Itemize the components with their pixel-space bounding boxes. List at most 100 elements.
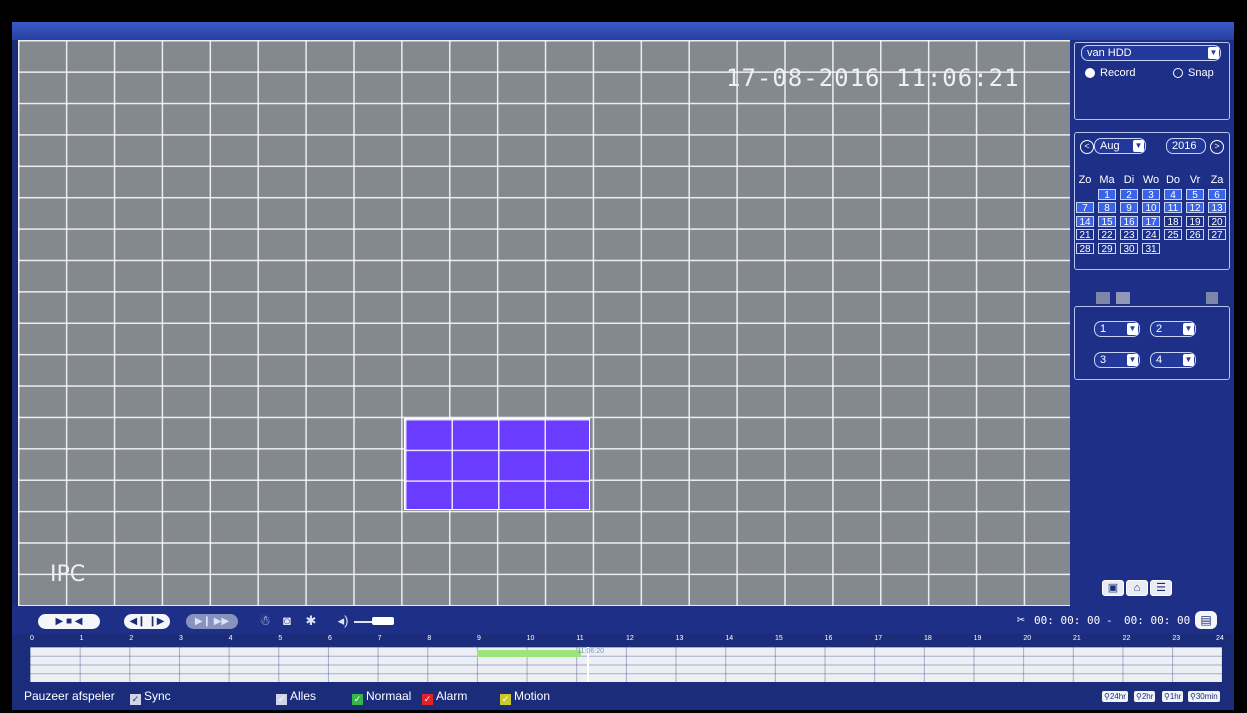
calendar-day[interactable]: 24 xyxy=(1142,229,1160,241)
side-panel: van HDD ▼ Record Snap < Aug ▼ 2016 > Zo M… xyxy=(1070,40,1234,606)
calendar-day[interactable]: 28 xyxy=(1076,242,1094,255)
calendar-day[interactable]: 25 xyxy=(1164,229,1182,241)
hour-tick-label: 20 xyxy=(1023,635,1032,642)
calendar-week-row: 123456 xyxy=(1074,188,1230,202)
channel-select-4[interactable]: 4 ▼ xyxy=(1150,352,1196,368)
calendar-day[interactable]: 26 xyxy=(1186,229,1204,241)
clip-icon[interactable]: ✂ xyxy=(1012,612,1030,630)
calendar-day[interactable]: 7 xyxy=(1076,202,1094,214)
save-icon[interactable]: ▤ xyxy=(1195,611,1217,629)
fast-forward-buttons[interactable]: ▶❙ ▶▶ xyxy=(186,614,238,629)
calendar-day[interactable]: 23 xyxy=(1120,229,1138,241)
hour-tick-label: 2 xyxy=(129,635,134,642)
hour-tick-label: 16 xyxy=(824,635,833,642)
calendar-day[interactable]: 1 xyxy=(1098,188,1116,201)
single-view-icon[interactable] xyxy=(1096,292,1110,304)
volume-icon[interactable]: ◂) xyxy=(334,612,352,630)
timeline-track[interactable]: 11:06:20 xyxy=(30,647,1222,682)
hour-tick-label: 24 xyxy=(1216,635,1224,642)
calendar-day[interactable]: 5 xyxy=(1186,188,1204,201)
calendar-weeks: 1 2 3 4 5 6 7 8 9 10 11 12 13 14 15 16 17 18 19 20 21 22 23 24 2… xyxy=(1074,188,1230,256)
calendar-day[interactable]: 17 xyxy=(1142,215,1160,228)
filter-alles-checkbox[interactable]: ✓ Alles xyxy=(276,689,316,705)
channel-select-3[interactable]: 3 ▼ xyxy=(1094,352,1140,368)
calendar-day[interactable]: 11 xyxy=(1164,202,1182,214)
next-month-icon[interactable]: > xyxy=(1210,140,1224,154)
calendar-day[interactable]: 18 xyxy=(1164,215,1182,228)
filter-label: Motion xyxy=(514,689,551,703)
zoom-option[interactable]: ⚲30min xyxy=(1188,691,1220,702)
channel-1-value: 1 xyxy=(1100,323,1107,335)
filter-label: Normaal xyxy=(366,689,412,703)
file-list-icon[interactable]: ☰ xyxy=(1150,580,1172,596)
calendar-day[interactable]: 31 xyxy=(1142,242,1160,255)
filter-normaal-checkbox[interactable]: ✓ Normaal xyxy=(352,689,411,705)
calendar-day[interactable]: 3 xyxy=(1142,188,1160,201)
calendar-day[interactable]: 19 xyxy=(1186,215,1204,228)
quad-view-icon[interactable] xyxy=(1116,292,1130,304)
calendar-day[interactable]: 20 xyxy=(1208,215,1226,228)
weekday-label: Di xyxy=(1123,174,1135,186)
volume-slider[interactable] xyxy=(354,617,394,625)
calendar-day[interactable]: 14 xyxy=(1076,215,1094,228)
cursor-time-label: 11:06:20 xyxy=(577,648,605,655)
calendar-day[interactable]: 29 xyxy=(1098,242,1116,255)
chevron-down-icon: ▼ xyxy=(1183,323,1194,335)
prev-month-icon[interactable]: < xyxy=(1080,140,1094,154)
calendar-day[interactable]: 16 xyxy=(1120,215,1138,228)
calendar-day[interactable]: 27 xyxy=(1208,229,1226,241)
frame-step-buttons[interactable]: ◀❙ ❙▶ xyxy=(124,614,170,629)
check-icon: ✓ xyxy=(500,694,511,705)
filter-alarm-checkbox[interactable]: ✓ Alarm xyxy=(422,689,467,705)
chevron-down-icon: ▼ xyxy=(1208,47,1219,59)
zoom-option[interactable]: ⚲1hr xyxy=(1162,691,1184,702)
month-select[interactable]: Aug ▼ xyxy=(1094,138,1146,154)
volume-knob[interactable] xyxy=(372,617,394,625)
calendar-day[interactable]: 2 xyxy=(1120,188,1138,201)
calendar-day[interactable]: 4 xyxy=(1164,188,1182,201)
playback-mode-icon[interactable]: ▣ xyxy=(1102,580,1124,596)
calendar-day[interactable]: 21 xyxy=(1076,229,1094,241)
hour-tick-label: 3 xyxy=(179,635,183,642)
pause-player-label: Pauzeer afspeler xyxy=(24,689,115,703)
source-select[interactable]: van HDD ▼ xyxy=(1081,45,1221,61)
calendar-day[interactable]: 8 xyxy=(1098,202,1116,214)
fullscreen-icon[interactable] xyxy=(1206,292,1218,304)
calendar-day[interactable]: 15 xyxy=(1098,215,1116,228)
check-icon: ✓ xyxy=(352,694,363,705)
recorded-segment xyxy=(477,650,582,657)
mode-snap-radio[interactable]: Snap xyxy=(1173,67,1214,79)
hour-tick-label: 14 xyxy=(725,635,734,642)
play-stop-reverse-buttons[interactable]: ▶ ■ ◀ xyxy=(38,614,100,629)
timeline[interactable]: 0 1 2 3 4 5 6 7 8 9 10 11 12 13 14 15 16 17 18 19 20 21 22 23 24… xyxy=(30,634,1234,684)
search-mode-icon[interactable]: ⌂ xyxy=(1126,580,1148,596)
channel-select-2[interactable]: 2 ▼ xyxy=(1150,321,1196,337)
year-select[interactable]: 2016 xyxy=(1166,138,1206,154)
hour-tick-label: 9 xyxy=(477,635,481,642)
bottom-bar: Pauzeer afspeler ✓ Sync ✓ Alles ✓ Normaal ✓ Al… xyxy=(12,684,1234,710)
channel-select-1[interactable]: 1 ▼ xyxy=(1094,321,1140,337)
sync-checkbox[interactable]: ✓ Sync xyxy=(130,689,171,705)
calendar-day[interactable]: 22 xyxy=(1098,229,1116,241)
check-icon: ✓ xyxy=(422,694,433,705)
zoom-option[interactable]: ⚲24hr xyxy=(1102,691,1128,702)
video-viewport[interactable]: 17-08-2016 11:06:21 IPC xyxy=(18,40,1072,606)
calendar-day[interactable]: 9 xyxy=(1120,202,1138,214)
smart-search-icon[interactable]: ☃ xyxy=(256,612,274,630)
calendar-day[interactable]: 6 xyxy=(1208,188,1226,201)
tag-icon[interactable]: ✱ xyxy=(302,612,320,630)
filter-motion-checkbox[interactable]: ✓ Motion xyxy=(500,689,550,705)
calendar-day[interactable]: 10 xyxy=(1142,202,1160,214)
calendar-day[interactable]: 13 xyxy=(1208,202,1226,214)
hour-tick-label: 13 xyxy=(675,635,684,642)
mode-record-radio[interactable]: Record xyxy=(1085,67,1135,79)
zoom-option[interactable]: ⚲2hr xyxy=(1134,691,1156,702)
calendar-day[interactable]: 12 xyxy=(1186,202,1204,214)
clip-start-time: 00: 00: 00 xyxy=(1034,614,1101,627)
source-select-value: van HDD xyxy=(1087,47,1132,59)
hour-tick-label: 1 xyxy=(79,635,84,642)
calendar-week-row: 14 15 16 17 18 19 20 xyxy=(1074,215,1230,229)
hour-tick-label: 0 xyxy=(30,635,34,642)
calendar-day[interactable]: 30 xyxy=(1120,242,1138,255)
camera-snapshot-icon[interactable]: ◙ xyxy=(278,612,296,630)
